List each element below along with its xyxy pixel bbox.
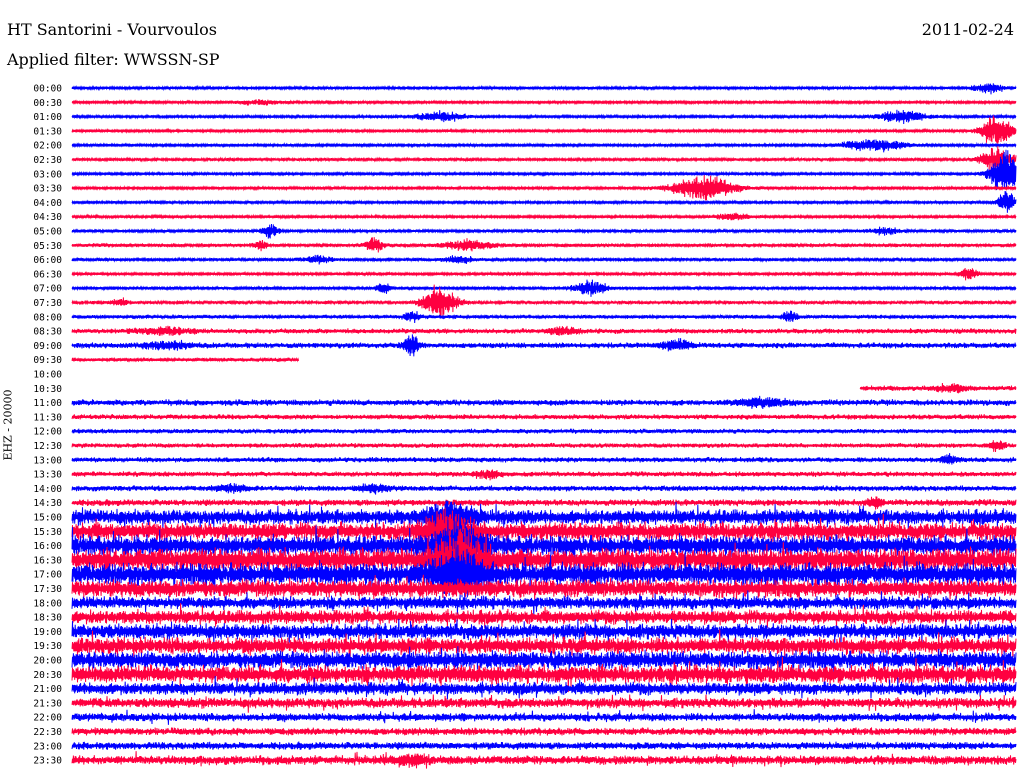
row-time-label: 08:30	[33, 327, 62, 338]
seismic-trace-0200	[71, 139, 1017, 153]
seismic-trace-1430	[71, 496, 1017, 510]
row-time-label: 09:30	[33, 355, 62, 366]
row-time-label: 12:00	[33, 427, 62, 438]
row-time-label: 18:30	[33, 613, 62, 624]
row-time-label: 06:30	[33, 269, 62, 280]
seismic-trace-0830	[71, 325, 1017, 337]
row-time-label: 19:00	[33, 627, 62, 638]
row-time-label: 22:30	[33, 727, 62, 738]
row-time-label: 11:00	[33, 398, 62, 409]
row-time-label: 14:30	[33, 498, 62, 509]
seismic-trace-0000	[71, 83, 1017, 95]
seismic-trace-0100	[71, 109, 1017, 125]
helicorder-chart: 00:00 00:30 01:00 01:30 02:00 02:30 03:00 03:30…	[33, 83, 1017, 769]
row-time-label: 12:30	[33, 441, 62, 452]
seismic-trace-1330	[71, 469, 1017, 481]
seismic-trace-0930	[71, 356, 300, 363]
seismic-trace-0600	[71, 254, 1017, 265]
seismic-trace-1200	[71, 428, 1017, 435]
row-time-label: 22:00	[33, 713, 62, 724]
seismic-trace-0530	[71, 237, 1017, 253]
row-time-label: 02:00	[33, 141, 62, 152]
seismic-trace-0700	[71, 279, 1017, 297]
seismic-trace-1400	[71, 482, 1017, 495]
row-time-label: 23:00	[33, 741, 62, 752]
row-time-label: 10:00	[33, 370, 62, 381]
trace-group	[71, 83, 1017, 769]
row-time-label: 20:00	[33, 656, 62, 667]
row-time-label: 05:30	[33, 241, 62, 252]
seismic-trace-2300	[71, 741, 1017, 751]
seismic-trace-2130	[71, 694, 1017, 713]
row-time-label: 01:00	[33, 112, 62, 123]
seismic-trace-0330	[71, 175, 1017, 201]
seismic-trace-1100	[71, 395, 1017, 410]
row-time-label: 07:30	[33, 298, 62, 309]
row-time-label: 15:30	[33, 527, 62, 538]
row-time-label: 19:30	[33, 641, 62, 652]
seismic-trace-1300	[71, 453, 1017, 465]
seismic-trace-1230	[71, 440, 1017, 453]
row-time-label: 04:30	[33, 212, 62, 223]
row-time-label: 02:30	[33, 155, 62, 166]
row-time-label: 21:30	[33, 698, 62, 709]
row-time-label: 03:00	[33, 169, 62, 180]
row-time-label: 08:00	[33, 312, 62, 323]
seismic-trace-0130	[71, 115, 1017, 144]
seismic-trace-1130	[71, 413, 1017, 420]
seismic-trace-2200	[71, 709, 1017, 725]
row-time-label: 03:30	[33, 184, 62, 195]
row-time-label: 04:00	[33, 198, 62, 209]
row-time-label: 18:00	[33, 598, 62, 609]
row-time-label: 07:00	[33, 284, 62, 295]
row-time-label: 16:30	[33, 555, 62, 566]
row-time-label: 01:30	[33, 126, 62, 137]
row-time-label: 11:30	[33, 412, 62, 423]
row-time-label: 09:00	[33, 341, 62, 352]
row-time-label: 16:00	[33, 541, 62, 552]
row-labels: 00:00 00:30 01:00 01:30 02:00 02:30 03:00 03:30…	[33, 84, 62, 767]
row-time-label: 21:00	[33, 684, 62, 695]
seismic-trace-0900	[71, 334, 1017, 357]
seismic-trace-0230	[71, 146, 1017, 171]
seismic-trace-0400	[71, 190, 1017, 213]
seismic-trace-0500	[71, 223, 1017, 239]
seismic-trace-0300	[71, 149, 1017, 191]
seismic-trace-0630	[71, 267, 1017, 281]
row-time-label: 06:00	[33, 255, 62, 266]
row-time-label: 13:30	[33, 470, 62, 481]
seismic-trace-1030	[859, 382, 1017, 394]
seismic-trace-0030	[71, 99, 1017, 106]
row-time-label: 17:00	[33, 570, 62, 581]
row-time-label: 17:30	[33, 584, 62, 595]
seismic-trace-0800	[71, 310, 1017, 324]
row-time-label: 15:00	[33, 513, 62, 524]
row-time-label: 00:00	[33, 84, 62, 95]
seismic-trace-2330	[71, 751, 1017, 769]
row-time-label: 00:30	[33, 98, 62, 109]
row-time-label: 13:00	[33, 455, 62, 466]
row-time-label: 10:30	[33, 384, 62, 395]
row-time-label: 23:30	[33, 756, 62, 767]
seismic-trace-2230	[71, 727, 1017, 736]
row-time-label: 05:00	[33, 227, 62, 238]
row-time-label: 20:30	[33, 670, 62, 681]
row-time-label: 14:00	[33, 484, 62, 495]
seismic-trace-0430	[71, 212, 1017, 221]
